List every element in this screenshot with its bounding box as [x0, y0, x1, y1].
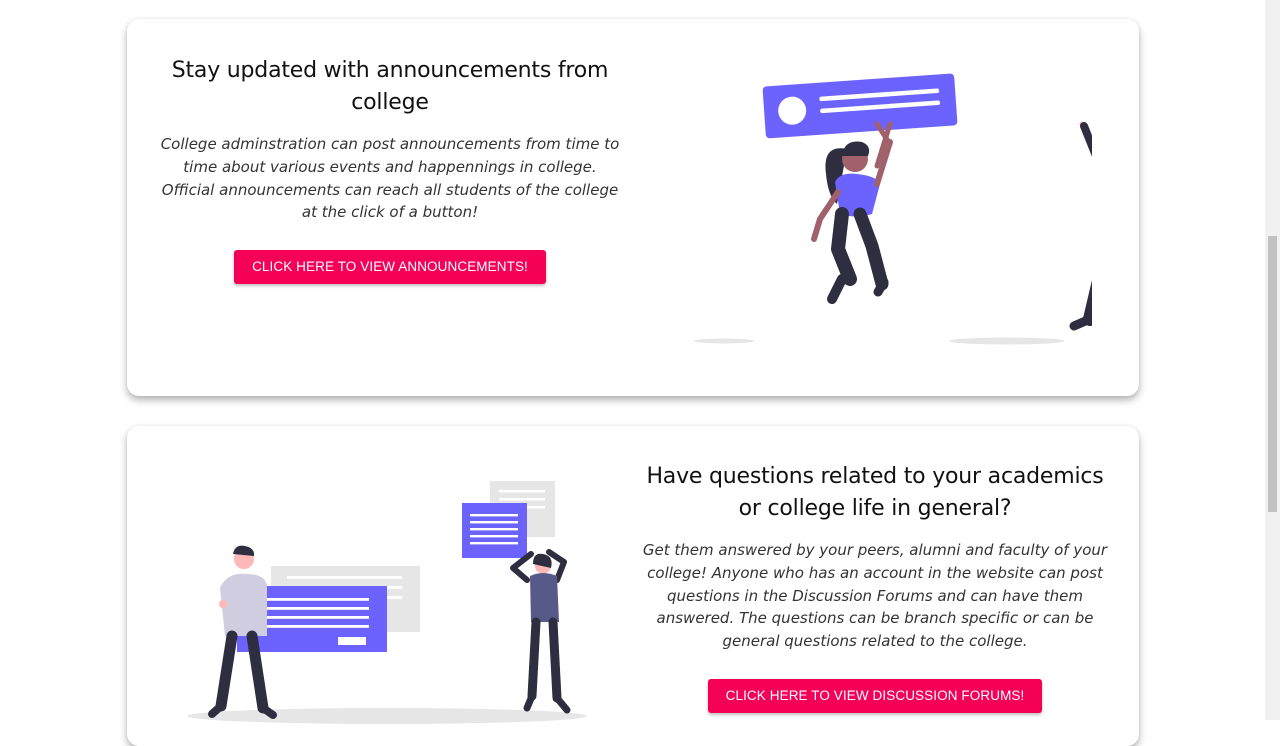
forums-text: Have questions related to your academics… — [639, 461, 1111, 713]
announcements-text: Stay updated with announcements from col… — [157, 55, 623, 285]
announcements-title: Stay updated with announcements from col… — [171, 58, 609, 115]
scrollbar-thumb[interactable] — [1268, 236, 1277, 512]
announcements-card: Stay updated with announcements from col… — [127, 19, 1139, 396]
forums-card: Have questions related to your academics… — [127, 426, 1139, 746]
announcements-description: College adminstration can post announcem… — [160, 135, 620, 222]
page-scrollbar[interactable] — [1265, 0, 1280, 720]
view-forums-button[interactable]: CLICK HERE TO VIEW DISCUSSION FORUMS! — [707, 678, 1043, 713]
announcement-illustration-icon — [694, 73, 1092, 345]
forums-title: Have questions related to your academics… — [646, 464, 1104, 521]
view-announcements-button[interactable]: CLICK HERE TO VIEW ANNOUNCEMENTS! — [234, 250, 546, 285]
forums-description: Get them answered by your peers, alumni … — [642, 541, 1108, 651]
discussion-forum-illustration-icon — [187, 481, 587, 724]
